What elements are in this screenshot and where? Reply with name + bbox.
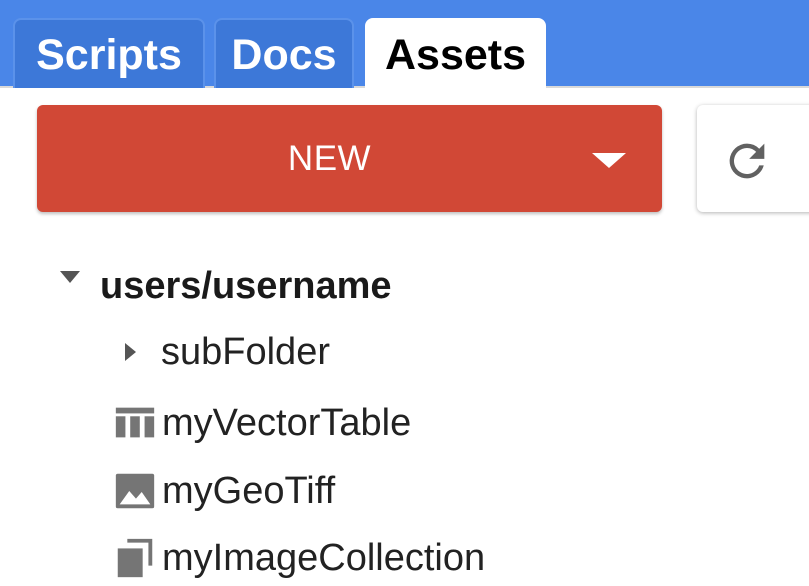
refresh-icon [729,143,765,179]
tree-item-label: myImageCollection [162,536,486,579]
new-button[interactable]: NEW [37,105,662,212]
refresh-button[interactable] [697,105,809,212]
tree-root-label: users/username [100,264,392,307]
tree-item-label: myVectorTable [162,401,412,444]
tree-item-myvectortable[interactable]: myVectorTable [112,393,411,453]
new-button-label: NEW [287,139,372,178]
tree-item-label: myGeoTiff [162,469,336,512]
tree-item-mygeotiff[interactable]: myGeoTiff [112,461,335,521]
assets-panel: Scripts Docs Assets NEW users/username s… [0,0,809,586]
tab-docs[interactable]: Docs [214,18,354,88]
triangle-right-icon[interactable] [125,343,136,361]
tree-item-label: subFolder [161,330,330,373]
image-icon [115,473,155,509]
tree-item-myimagecollection[interactable]: myImageCollection [112,528,485,586]
image-collection-icon [117,538,153,578]
tab-assets[interactable]: Assets [365,18,546,90]
triangle-down-icon[interactable] [60,271,80,283]
tab-scripts[interactable]: Scripts [13,18,205,88]
tree-item-subfolder[interactable]: subFolder [125,322,330,382]
tab-bar: Scripts Docs Assets [0,0,809,90]
chevron-down-icon[interactable] [592,153,626,168]
tree-root-users[interactable]: users/username [60,256,392,316]
table-icon [115,407,155,438]
